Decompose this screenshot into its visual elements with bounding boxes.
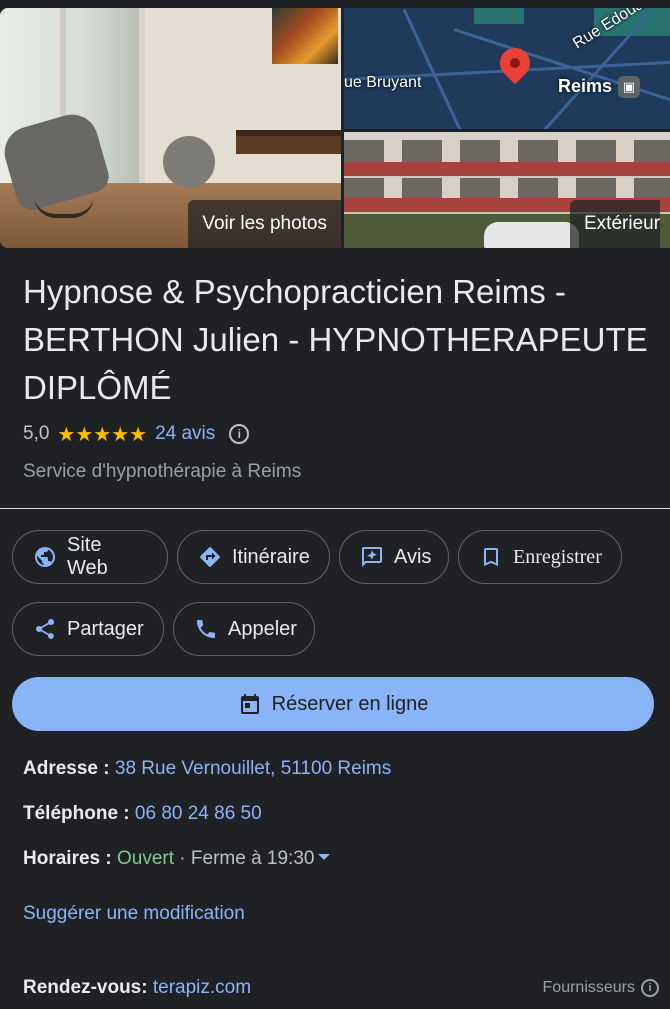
reviews-button[interactable]: Avis [339,530,449,584]
phone-icon [197,620,215,638]
directions-label: Itinéraire [232,545,310,568]
chevron-down-icon[interactable] [318,853,331,860]
hours-close: · Ferme à 19:30 [174,848,315,869]
rating-score: 5,0 [23,423,50,444]
exterior-label[interactable]: Extérieur [570,200,661,248]
globe-icon [35,547,55,567]
share-label: Partager [67,617,144,640]
divider [0,508,670,509]
info-icon[interactable]: i [641,979,659,997]
call-button[interactable]: Appeler [173,602,315,656]
directions-icon [200,547,220,567]
book-online-label: Réserver en ligne [271,692,429,715]
appointment-row: Rendez-vous: terapiz.com [23,977,251,999]
phone-row: Téléphone : 06 80 24 86 50 [23,803,262,825]
address-key: Adresse : [23,758,115,779]
book-online-button[interactable]: Réserver en ligne [12,677,654,731]
providers-label: Fournisseurs [542,979,635,996]
bookmark-icon [484,548,498,566]
website-label: Site Web [67,534,108,579]
reviews-link[interactable]: 24 avis [155,423,215,445]
exterior-photo[interactable]: Extérieur [344,132,670,248]
share-button[interactable]: Partager [12,602,164,656]
share-icon [35,618,54,639]
save-button[interactable]: Enregistrer [458,530,622,584]
appointment-link[interactable]: terapiz.com [153,977,251,998]
save-label: Enregistrer [513,545,602,568]
map-street-label: ue Bruyant [344,74,422,91]
website-button[interactable]: Site Web [12,530,168,584]
photo-gallery: Voir les photos ue Bruyant Rue Edouard R… [0,8,670,248]
hours-key: Horaires : [23,848,117,869]
appointment-key: Rendez-vous: [23,977,153,998]
map-thumbnail[interactable]: ue Bruyant Rue Edouard Reims ▣ [344,8,670,129]
info-icon[interactable]: i [229,424,250,444]
interior-photo[interactable]: Voir les photos [0,8,341,248]
address-row: Adresse : 38 Rue Vernouillet, 51100 Reim… [23,758,391,780]
business-title: Hypnose & Psychopracticien Reims - BERTH… [23,273,648,406]
directions-button[interactable]: Itinéraire [177,530,330,584]
suggest-edit-link[interactable]: Suggérer une modification [23,903,245,925]
train-icon: ▣ [618,76,640,98]
map-pin-icon [493,41,537,85]
calendar-icon [240,694,259,714]
hours-row[interactable]: Horaires : Ouvert · Ferme à 19:30 [23,848,331,870]
map-city-label: Reims [558,76,613,96]
address-link[interactable]: 38 Rue Vernouillet, 51100 Reims [115,758,391,779]
phone-link[interactable]: 06 80 24 86 50 [135,803,262,824]
providers[interactable]: Fournisseurs i [543,979,659,997]
call-label: Appeler [228,617,297,640]
reviews-label: Avis [394,545,432,568]
business-category: Service d'hypnothérapie à Reims [23,461,302,482]
hours-status: Ouvert [116,848,175,869]
phone-key: Téléphone : [23,803,135,824]
see-photos-label[interactable]: Voir les photos [188,200,341,248]
review-icon [362,547,382,567]
star-rating-icon: ★★★★★ [57,423,148,446]
rating-row: 5,0 ★★★★★ 24 avis i [23,420,250,448]
